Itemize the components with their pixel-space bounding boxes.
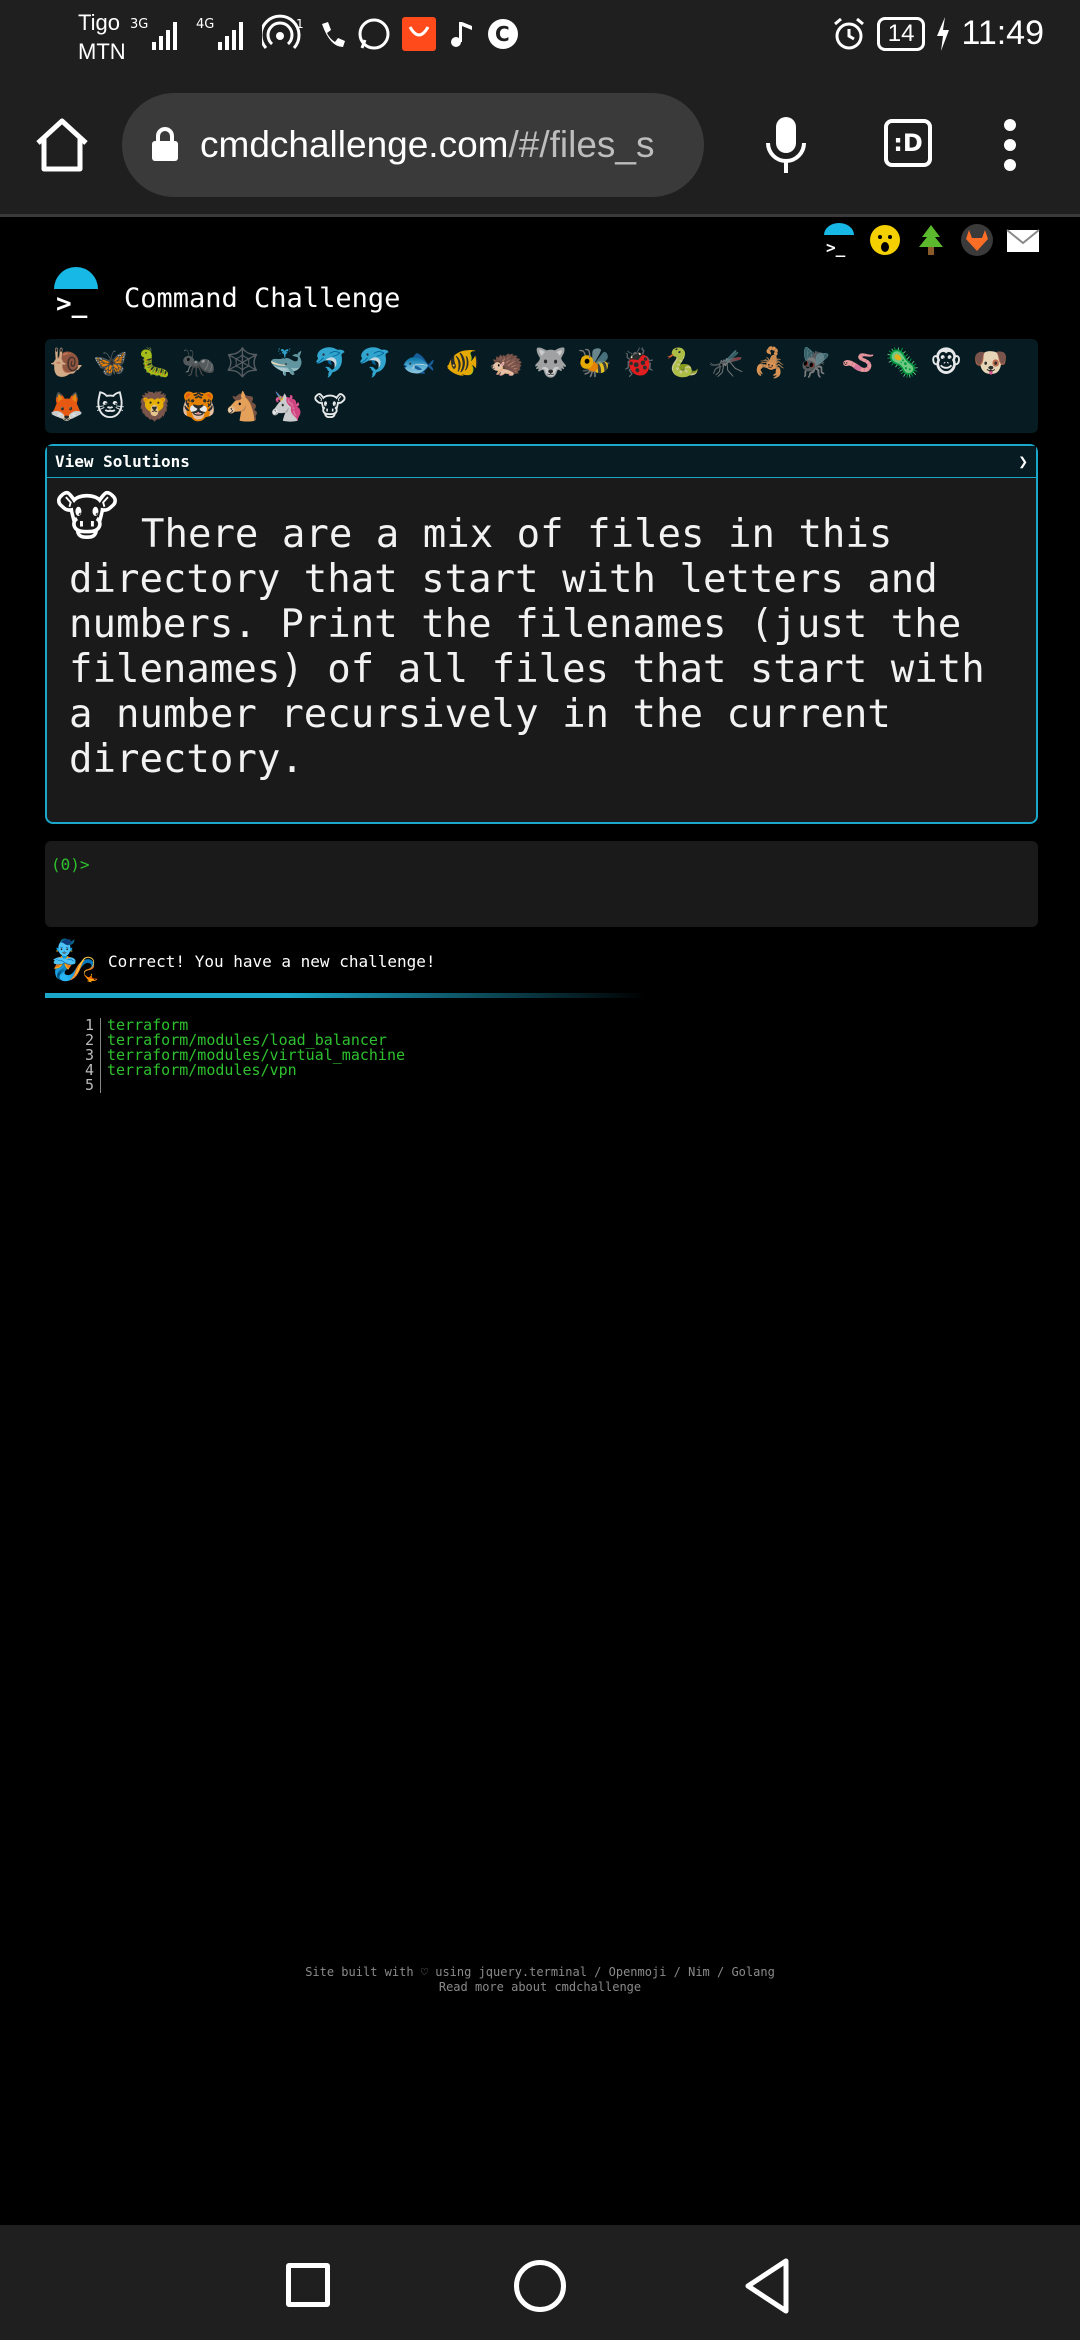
- phone-icon: [322, 22, 345, 47]
- cmdchallenge-icon[interactable]: >_: [822, 223, 856, 257]
- browser-toolbar: cmdchallenge.com/#/files_s :D: [0, 75, 1080, 217]
- url-domain: cmdchallenge.com: [200, 124, 509, 165]
- challenge-emoji[interactable]: 🐠: [445, 345, 480, 381]
- challenge-emoji[interactable]: 🐴: [225, 389, 260, 425]
- result-message: Correct! You have a new challenge!: [108, 951, 436, 971]
- challenge-emoji[interactable]: 🕸️: [225, 345, 260, 381]
- top-icon-row: >_: [822, 223, 1040, 257]
- whatsapp-icon: [358, 18, 390, 50]
- output-line: 5: [80, 1078, 405, 1093]
- back-icon[interactable]: [742, 2257, 792, 2315]
- recent-apps-icon[interactable]: [286, 2263, 330, 2307]
- genie-icon: 🧞: [50, 938, 100, 984]
- view-solutions-label: View Solutions: [55, 452, 190, 471]
- status-right: 14 11:49: [831, 14, 1044, 53]
- battery-indicator: 14: [876, 16, 926, 51]
- status-bar: Tigo MTN 3G 4G 1 C 14 11:49: [0, 0, 1080, 75]
- challenge-emoji[interactable]: 🐵: [929, 345, 963, 381]
- line-number: 5: [84, 1076, 94, 1094]
- tabs-button[interactable]: :D: [884, 119, 932, 167]
- challenge-emoji[interactable]: 🐜: [181, 345, 216, 381]
- svg-text:4G: 4G: [196, 17, 214, 32]
- challenge-emoji[interactable]: 🐳: [269, 345, 304, 381]
- challenge-emoji[interactable]: 🐍: [665, 345, 700, 381]
- c-app-icon: C: [488, 19, 518, 49]
- challenge-emoji[interactable]: 🐌: [49, 345, 84, 381]
- svg-text:>_: >_: [826, 238, 846, 257]
- site-title[interactable]: Command Challenge: [124, 283, 400, 314]
- system-nav-bar: [0, 2225, 1080, 2340]
- overflow-menu-icon[interactable]: [998, 115, 1022, 175]
- divider: [45, 993, 645, 998]
- emoji-face-icon[interactable]: [868, 223, 902, 257]
- site-logo[interactable]: >_: [52, 267, 100, 319]
- footer-about-link[interactable]: Read more about cmdchallenge: [0, 1980, 1080, 1995]
- mail-icon[interactable]: [1006, 223, 1040, 257]
- challenge-emoji[interactable]: 🦠: [885, 345, 920, 381]
- challenge-emoji[interactable]: 🐝: [577, 345, 612, 381]
- output-line: 4 terraform/modules/vpn: [80, 1063, 405, 1078]
- challenge-emoji[interactable]: 🐞: [621, 345, 656, 381]
- app-notification-icon: [402, 17, 436, 51]
- home-icon[interactable]: [30, 113, 94, 177]
- terminal-prompt: (0)>: [51, 855, 90, 874]
- challenge-description: There are a mix of files in this directo…: [69, 512, 985, 782]
- svg-text:C: C: [495, 22, 510, 46]
- challenge-emoji[interactable]: 🪱: [841, 345, 876, 381]
- challenge-emoji[interactable]: 🦔: [489, 345, 524, 381]
- clock: 11:49: [961, 14, 1044, 52]
- result-row: 🧞 Correct! You have a new challenge!: [50, 937, 436, 985]
- challenge-emoji[interactable]: 🪰: [797, 345, 832, 381]
- challenge-emoji[interactable]: 🦄: [269, 389, 304, 425]
- url-text[interactable]: cmdchallenge.com/#/files_s: [200, 124, 655, 166]
- address-bar[interactable]: cmdchallenge.com/#/files_s: [122, 93, 704, 197]
- carrier-label: Tigo MTN: [78, 10, 126, 64]
- charging-icon: [937, 16, 950, 51]
- challenge-emoji[interactable]: 🐺: [533, 345, 568, 381]
- 4g-signal-icon: 4G: [196, 17, 243, 50]
- view-solutions-toggle[interactable]: View Solutions ❯: [47, 446, 1036, 478]
- challenge-emoji[interactable]: 🐬: [313, 345, 348, 381]
- challenge-emoji[interactable]: 🦊: [49, 389, 84, 425]
- challenge-panel: View Solutions ❯ 🐮 There are a mix of fi…: [45, 444, 1038, 824]
- status-icons: 3G 4G 1 C: [130, 14, 520, 54]
- music-icon: [451, 22, 472, 47]
- challenge-emoji[interactable]: 🐱: [93, 389, 127, 425]
- lock-icon: [152, 127, 178, 161]
- alarm-icon: [833, 17, 864, 49]
- challenge-progress-strip: 🐌 🦋 🐛 🐜 🕸️ 🐳 🐬 🐬 🐟 🐠 🦔 🐺 🐝 🐞 🐍 🦟 🦂 🪰 🪱 🦠 🐵 🐶 🦊 🐱 🦁 🐯 🐴 🦄 🐮: [45, 339, 1038, 433]
- challenge-emoji[interactable]: 🐛: [137, 345, 172, 381]
- command-output: 1 terraform 2 terraform/modules/load_balanc…: [80, 1018, 405, 1093]
- footer: Site built with ♡ using jquery.terminal …: [0, 1965, 1080, 1995]
- page-content: >_ >_ Command Challenge 🐌 🦋 🐛 🐜 🕸️ 🐳 🐬 🐬 🐟 🐠 🦔 🐺 🐝 🐞 🐍…: [0, 217, 1080, 2225]
- gitlab-icon[interactable]: [960, 223, 994, 257]
- challenge-emoji[interactable]: 🦁: [137, 389, 172, 425]
- footer-credits: Site built with ♡ using jquery.terminal …: [305, 1965, 775, 1979]
- hotspot-icon: 1: [262, 14, 304, 50]
- challenge-emoji[interactable]: 🐶: [973, 345, 1008, 381]
- chevron-right-icon: ❯: [1018, 452, 1028, 471]
- challenge-emoji[interactable]: 🐮: [313, 389, 347, 425]
- challenge-emoji[interactable]: 🦋: [93, 345, 128, 381]
- microphone-icon[interactable]: [760, 113, 812, 177]
- challenge-emoji[interactable]: 🦟: [709, 345, 744, 381]
- svg-text:3G: 3G: [130, 17, 148, 32]
- challenge-emoji[interactable]: 🐬: [357, 345, 392, 381]
- svg-text:1: 1: [296, 17, 304, 31]
- 3g-signal-icon: 3G: [130, 17, 177, 50]
- terminal-input[interactable]: (0)>: [45, 841, 1038, 927]
- challenge-emoji[interactable]: 🐯: [181, 389, 216, 425]
- challenge-emoji[interactable]: 🐟: [401, 345, 436, 381]
- output-text: terraform/modules/vpn: [107, 1061, 297, 1079]
- challenge-emoji[interactable]: 🦂: [753, 345, 788, 381]
- tree-icon[interactable]: [914, 223, 948, 257]
- home-nav-icon[interactable]: [514, 2260, 566, 2312]
- url-path: /#/files_s: [508, 124, 655, 165]
